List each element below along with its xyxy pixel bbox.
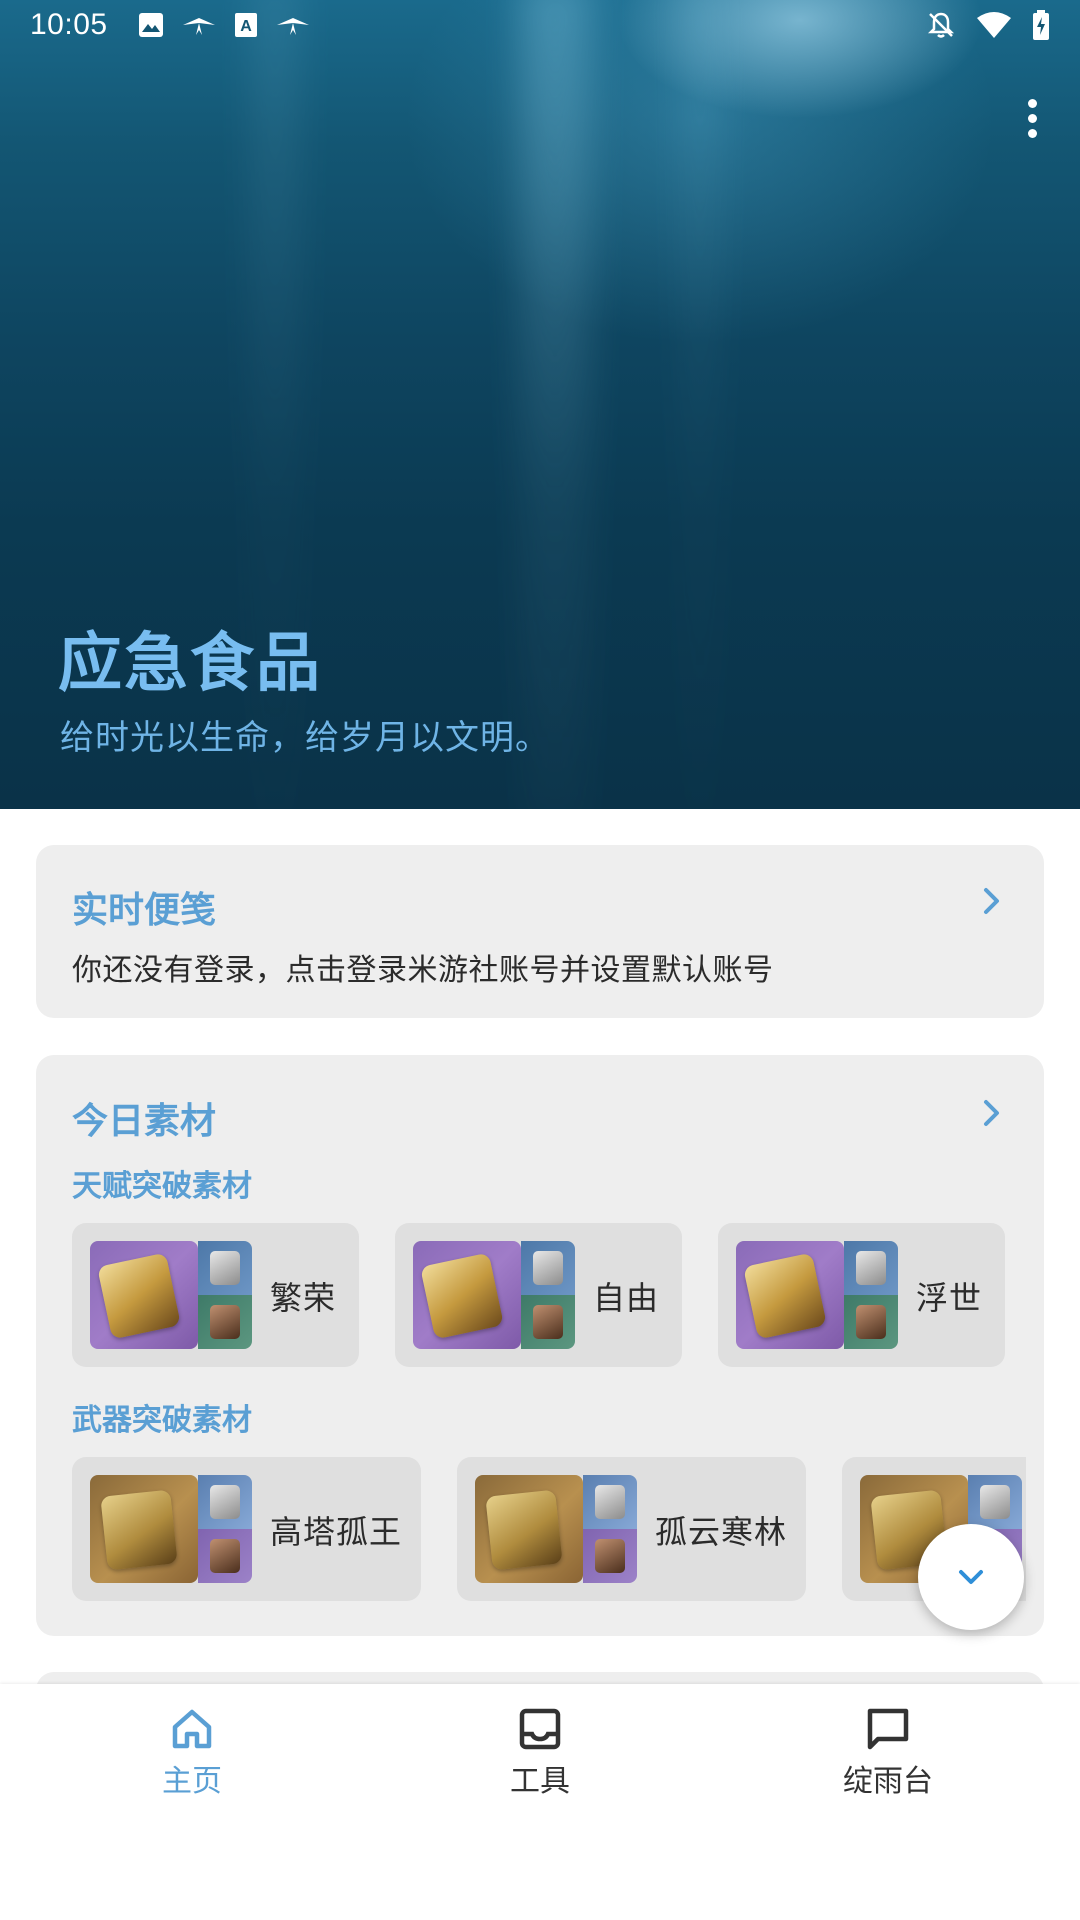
book-icon: [90, 1241, 198, 1349]
chevron-right-icon[interactable]: [976, 1097, 1008, 1129]
material-name: 自由: [593, 1279, 660, 1317]
materials-title[interactable]: 今日素材: [72, 1092, 216, 1144]
dot: [1027, 98, 1037, 108]
daily-note-title: 实时便笺: [72, 890, 217, 931]
bird-icon: [277, 18, 309, 35]
inbox-icon: [519, 1708, 561, 1750]
character-thumb: [521, 1241, 575, 1349]
today-materials-card: 今日素材 天赋突破素材 繁荣 自由 浮世 武器突破素材 高塔孤王 孤云寒林: [36, 1055, 1044, 1636]
talent-materials-row: 繁荣 自由 浮世: [72, 1223, 1005, 1367]
svg-text:A: A: [240, 18, 252, 35]
character-thumb: [844, 1241, 898, 1349]
bell-off-icon: [927, 12, 955, 38]
status-time: 10:05: [30, 8, 108, 41]
material-tile[interactable]: 孤云寒林: [457, 1457, 806, 1601]
weapon-section-label: 武器突破素材: [72, 1403, 252, 1438]
dot: [1027, 128, 1037, 138]
nav-item-home[interactable]: 主页: [92, 1706, 292, 1800]
material-name: 孤云寒林: [655, 1513, 788, 1551]
a-box-icon: A: [235, 13, 257, 37]
home-icon: [172, 1709, 212, 1749]
weapon-material-icon: [90, 1475, 198, 1583]
nav-item-forum[interactable]: 绽雨台: [788, 1706, 988, 1800]
light-ray: [680, 0, 720, 809]
nav-item-tools[interactable]: 工具: [440, 1706, 640, 1800]
weapon-thumb: [198, 1475, 252, 1583]
weapon-thumb: [583, 1475, 637, 1583]
hero-banner: 10:05 A 应急食品 给时光以生命，给岁月以文明。: [0, 0, 1080, 809]
material-name: 繁荣: [270, 1279, 337, 1317]
status-bar: 10:05 A: [0, 0, 1080, 56]
daily-note-message: 你还没有登录，点击登录米游社账号并设置默认账号: [72, 953, 774, 988]
light-ray: [520, 0, 590, 809]
material-name: 浮世: [916, 1279, 983, 1317]
material-tile[interactable]: 自由: [395, 1223, 682, 1367]
daily-note-card[interactable]: 实时便笺 你还没有登录，点击登录米游社账号并设置默认账号: [36, 845, 1044, 1018]
bottom-navigation: 主页 工具 绽雨台: [0, 1684, 1080, 1920]
chevron-right-icon[interactable]: [976, 885, 1008, 917]
chevron-down-icon: [959, 1570, 983, 1584]
material-tile[interactable]: 繁荣: [72, 1223, 359, 1367]
nav-label: 工具: [510, 1764, 570, 1799]
weapon-materials-row: 高塔孤王 孤云寒林: [72, 1457, 1026, 1601]
bird-icon: [183, 18, 215, 35]
hero-title: 应急食品: [58, 627, 322, 701]
dot: [1027, 113, 1037, 123]
material-tile[interactable]: 浮世: [718, 1223, 1005, 1367]
expand-button[interactable]: [918, 1524, 1024, 1630]
chat-icon: [867, 1708, 909, 1750]
overflow-menu-button[interactable]: [1010, 92, 1054, 144]
weapon-materials-scroller[interactable]: 高塔孤王 孤云寒林: [36, 1457, 1026, 1607]
character-thumb: [198, 1241, 252, 1349]
book-icon: [736, 1241, 844, 1349]
weapon-material-icon: [475, 1475, 583, 1583]
nav-label: 主页: [162, 1764, 222, 1799]
material-name: 高塔孤王: [270, 1513, 403, 1551]
hero-subtitle: 给时光以生命，给岁月以文明。: [60, 718, 550, 758]
wifi-icon: [977, 12, 1011, 38]
talent-section-label: 天赋突破素材: [72, 1169, 252, 1204]
battery-icon: [1033, 10, 1049, 40]
material-tile[interactable]: 高塔孤王: [72, 1457, 421, 1601]
book-icon: [413, 1241, 521, 1349]
nav-label: 绽雨台: [843, 1764, 933, 1799]
image-icon: [139, 13, 163, 37]
